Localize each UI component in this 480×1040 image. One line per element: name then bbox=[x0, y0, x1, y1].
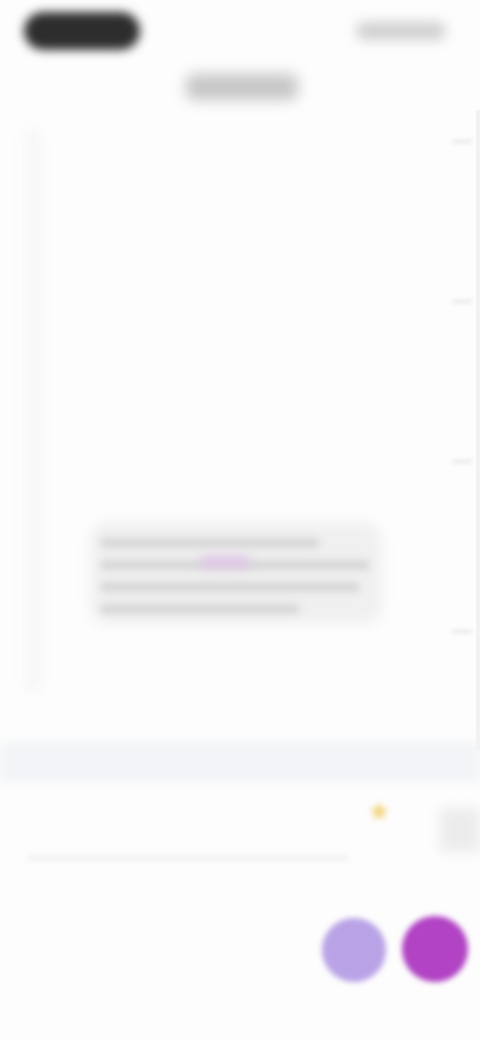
compose-button[interactable] bbox=[402, 916, 468, 982]
app-screen: ★ bbox=[0, 0, 480, 1040]
composer-bar[interactable] bbox=[0, 742, 480, 782]
status-indicators-icon bbox=[356, 22, 446, 40]
status-time-pill bbox=[24, 12, 140, 50]
message-line bbox=[100, 538, 320, 548]
message-line bbox=[100, 604, 300, 614]
edge-tick bbox=[452, 300, 472, 303]
edge-tick bbox=[452, 460, 472, 463]
left-content-column bbox=[26, 130, 40, 690]
message-line bbox=[100, 582, 360, 592]
edge-tick bbox=[452, 630, 472, 633]
assistant-button[interactable] bbox=[322, 918, 386, 982]
side-panel-edge bbox=[440, 808, 480, 852]
star-icon[interactable]: ★ bbox=[364, 796, 394, 826]
edge-tick bbox=[452, 140, 472, 143]
page-title bbox=[186, 74, 298, 100]
scrollbar[interactable] bbox=[476, 110, 480, 750]
composer-input[interactable] bbox=[28, 856, 348, 860]
message-highlight bbox=[200, 556, 250, 568]
